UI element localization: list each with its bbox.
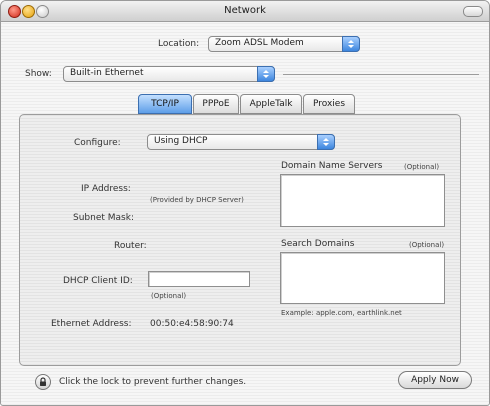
window-title: Network bbox=[224, 5, 266, 16]
search-domains-label: Search Domains bbox=[281, 239, 355, 249]
show-popup[interactable]: Built-in Ethernet bbox=[63, 66, 275, 82]
dhcp-provided-note: (Provided by DHCP Server) bbox=[150, 196, 244, 204]
dhcp-client-id-label: DHCP Client ID: bbox=[63, 276, 133, 286]
show-label: Show: bbox=[25, 69, 52, 79]
apply-now-button[interactable]: Apply Now bbox=[398, 371, 472, 389]
router-label: Router: bbox=[114, 241, 147, 251]
dhcp-client-id-input[interactable] bbox=[148, 271, 250, 287]
lock-icon[interactable] bbox=[35, 374, 51, 390]
show-value: Built-in Ethernet bbox=[70, 68, 144, 78]
tab-tcpip[interactable]: TCP/IP bbox=[138, 94, 192, 114]
ip-address-label: IP Address: bbox=[81, 184, 131, 194]
dhcp-client-optional-note: (Optional) bbox=[151, 292, 187, 300]
updown-arrows-icon bbox=[317, 134, 335, 150]
location-popup[interactable]: Zoom ADSL Modem bbox=[208, 36, 360, 52]
network-window: Network Location: Zoom ADSL Modem Show: … bbox=[0, 0, 490, 406]
location-value: Zoom ADSL Modem bbox=[215, 38, 304, 48]
tab-proxies[interactable]: Proxies bbox=[303, 94, 355, 114]
search-optional-label: (Optional) bbox=[409, 241, 445, 249]
tab-appletalk[interactable]: AppleTalk bbox=[240, 94, 302, 114]
configure-label: Configure: bbox=[74, 138, 121, 148]
subnet-mask-label: Subnet Mask: bbox=[73, 213, 134, 223]
configure-value: Using DHCP bbox=[154, 136, 208, 146]
toolbar-toggle-button[interactable] bbox=[463, 6, 483, 17]
search-domains-field[interactable] bbox=[280, 252, 445, 304]
dns-optional-label: (Optional) bbox=[404, 163, 440, 171]
updown-arrows-icon bbox=[342, 36, 360, 52]
tab-bar: TCP/IP PPPoE AppleTalk Proxies bbox=[1, 94, 489, 116]
configure-popup[interactable]: Using DHCP bbox=[147, 134, 335, 150]
tab-pppoe[interactable]: PPPoE bbox=[193, 94, 239, 114]
dns-label: Domain Name Servers bbox=[281, 161, 383, 171]
title-bar: Network bbox=[1, 1, 489, 22]
location-label: Location: bbox=[158, 39, 200, 49]
dns-field[interactable] bbox=[280, 174, 445, 227]
ethernet-address-label: Ethernet Address: bbox=[51, 319, 132, 329]
updown-arrows-icon bbox=[257, 66, 275, 82]
ethernet-address-value: 00:50:e4:58:90:74 bbox=[150, 319, 234, 329]
search-example-text: Example: apple.com, earthlink.net bbox=[281, 309, 402, 317]
lock-text: Click the lock to prevent further change… bbox=[59, 377, 247, 387]
separator bbox=[283, 74, 479, 75]
